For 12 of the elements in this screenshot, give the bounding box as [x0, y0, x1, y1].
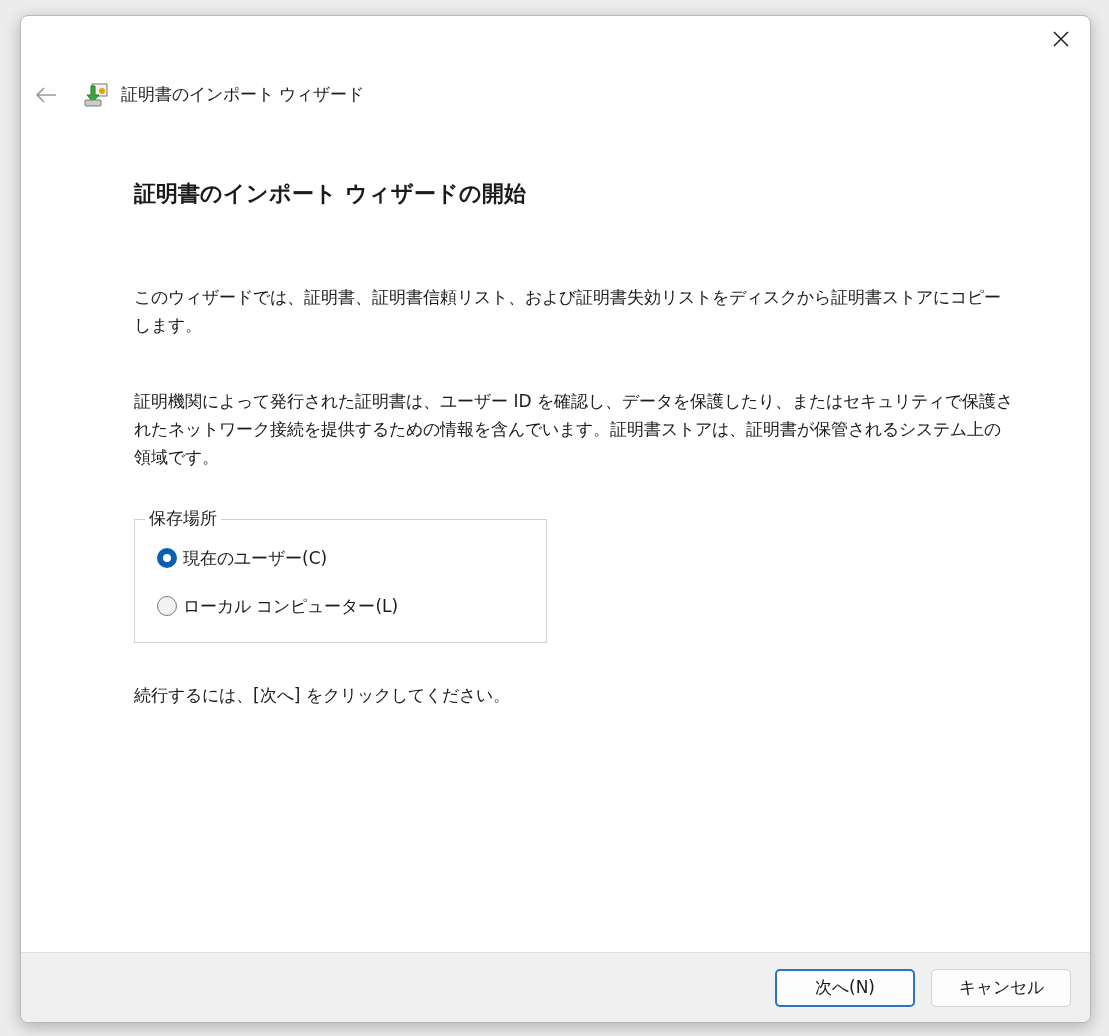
page-heading: 証明書のインポート ウィザードの開始 — [134, 181, 527, 208]
description-paragraph: 証明機関によって発行された証明書は、ユーザー ID を確認し、データを保護したり、またはセキュリティで保護されたネットワーク接続を提供するための情報を含んでいます。証明書ストアは、証明書が保管されるシステム上の領域です。 — [134, 390, 1014, 470]
radio-button[interactable] — [157, 596, 177, 617]
radio-label[interactable]: ローカル コンピューター(L) — [183, 593, 399, 620]
certificate-download-icon — [83, 82, 109, 108]
radio-label[interactable]: 現在のユーザー(C) — [183, 545, 328, 572]
description-paragraph: このウィザードでは、証明書、証明書信頼リスト、および証明書失効リストをディスクから証明書ストアにコピーします。 — [134, 286, 1002, 338]
radio-button[interactable] — [157, 548, 177, 569]
instruction-text: 続行するには、[次へ] をクリックしてください。 — [134, 684, 511, 708]
dialog-button[interactable]: 次へ(N) — [775, 968, 915, 1007]
window-title: 証明書のインポート ウィザード — [121, 83, 365, 107]
dialog-button[interactable]: キャンセル — [931, 968, 1071, 1007]
